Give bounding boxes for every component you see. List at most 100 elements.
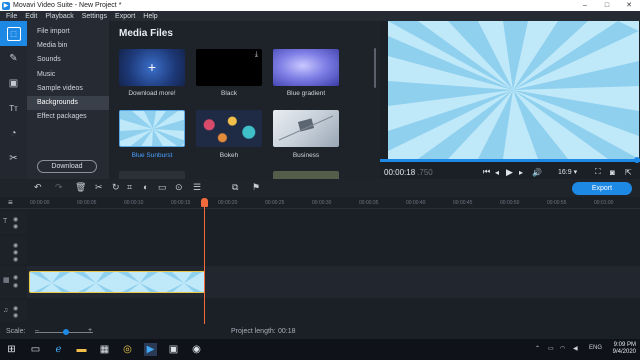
aspect-ratio-select[interactable]: 16:9 ▾ [558, 168, 577, 176]
lock-icon[interactable]: ◉ [13, 223, 18, 230]
scale-slider-handle[interactable] [63, 329, 69, 335]
export-button[interactable]: Export [572, 182, 632, 195]
tile-blue-gradient[interactable] [273, 49, 339, 86]
media-app-icon[interactable]: ▣ [167, 343, 180, 356]
language-indicator[interactable]: ENG [589, 345, 602, 351]
windows-start-icon[interactable]: ⊞ [5, 343, 18, 356]
audio-track[interactable] [27, 300, 640, 322]
audio-track-head: ♫ ◉ ◉ [0, 300, 27, 322]
ruler-tick: 00:00:25 [265, 200, 285, 206]
mute-icon[interactable]: ◉ [13, 282, 18, 289]
tile-business[interactable] [273, 110, 339, 147]
visibility-icon[interactable]: ◉ [13, 242, 18, 249]
speaker-icon[interactable]: ◀ [573, 345, 578, 352]
menu-lines-icon[interactable]: ☰ [193, 182, 201, 193]
category-backgrounds[interactable]: Backgrounds [27, 95, 109, 111]
volume-icon[interactable]: 🔊 [532, 168, 542, 177]
category-sounds[interactable]: Sounds [27, 53, 109, 67]
undo-icon[interactable]: ↶ [34, 182, 42, 193]
sunburst-thumbnail [120, 111, 184, 146]
zoom-in-icon[interactable]: + [88, 327, 92, 334]
tile-download-more[interactable]: + [119, 49, 185, 86]
recorder-icon[interactable]: ◉ [190, 343, 203, 356]
tile-blue-sunburst[interactable] [119, 110, 185, 147]
movavi-taskbar-icon[interactable]: ▶ [144, 343, 157, 356]
clip-properties-icon[interactable]: ▭ [158, 182, 167, 193]
tool-transitions[interactable]: ◔ [0, 121, 27, 146]
color-adjust-icon[interactable]: ◐ [143, 182, 148, 192]
tile-bokeh[interactable] [196, 110, 262, 147]
menu-export[interactable]: Export [115, 13, 135, 20]
clock-time: 9:09 PM [613, 342, 636, 348]
taskbar-clock[interactable]: 9:09 PM 9/4/2020 [613, 342, 636, 356]
category-effect-packages[interactable]: Effect packages [27, 110, 109, 124]
step-forward-icon[interactable]: ▸ [519, 168, 523, 177]
visibility-icon[interactable]: ◉ [13, 216, 18, 223]
menu-playback[interactable]: Playback [45, 13, 73, 20]
menu-settings[interactable]: Settings [82, 13, 107, 20]
close-button[interactable]: ✕ [618, 0, 640, 11]
menu-file[interactable]: File [6, 13, 17, 20]
tool-titles[interactable]: Tᴛ [0, 96, 27, 121]
timeline-clip-blue-sunburst[interactable] [29, 271, 205, 293]
wifi-icon[interactable]: ◠ [560, 345, 565, 352]
menu-edit[interactable]: Edit [25, 13, 37, 20]
marker-flag-icon[interactable]: ⚑ [252, 182, 260, 193]
rotate-icon[interactable]: ↻ [112, 182, 120, 193]
visibility-icon[interactable]: ◉ [13, 274, 18, 281]
tile-label-blue-sunburst: Blue Sunburst [131, 152, 173, 159]
snapshot-icon[interactable]: ◙ [610, 168, 615, 177]
tool-import[interactable]: ⬚ [0, 21, 27, 46]
tile-black[interactable]: ⤓ [196, 49, 262, 86]
minimize-button[interactable]: – [574, 0, 596, 11]
step-back-icon[interactable]: ◂ [495, 168, 499, 177]
audio-properties-icon[interactable]: ⊙ [175, 182, 183, 193]
overlay-track[interactable] [27, 236, 640, 264]
category-media-bin[interactable]: Media bin [27, 39, 109, 53]
delete-icon[interactable]: 🗑 [75, 182, 86, 193]
transitions-icon: ◔ [10, 128, 17, 139]
maximize-button[interactable]: □ [596, 0, 618, 11]
fullscreen-icon[interactable]: ⛶ [595, 167, 601, 177]
ruler-tick: 00:00:30 [312, 200, 332, 206]
title-track[interactable] [27, 210, 640, 234]
add-track-icon[interactable]: ≡ [8, 198, 13, 207]
play-icon[interactable]: ▶ [506, 167, 513, 178]
download-button[interactable]: Download [37, 160, 97, 173]
store-icon[interactable]: ▦ [98, 343, 111, 356]
task-view-icon[interactable]: ▭ [29, 343, 42, 356]
crop-icon[interactable]: ⌗ [127, 182, 132, 193]
tool-effects[interactable]: ✎ [0, 46, 27, 71]
edge-browser-icon[interactable]: ℯ [52, 343, 65, 356]
mute-icon[interactable]: ◉ [13, 249, 18, 256]
category-sample-videos[interactable]: Sample videos [27, 82, 109, 96]
seek-bar[interactable] [380, 157, 640, 163]
tool-more[interactable]: ✂ [0, 146, 27, 171]
chrome-icon[interactable]: ◎ [121, 343, 134, 356]
tile-row3-c[interactable] [273, 171, 339, 179]
playhead-handle[interactable] [201, 198, 208, 207]
media-scrollbar[interactable] [374, 48, 376, 88]
lock-icon[interactable]: ◉ [13, 312, 18, 319]
timeline-ruler[interactable]: ≡ 00:00:00 00:00:05 00:00:10 00:00:15 00… [0, 197, 640, 209]
skip-back-icon[interactable]: ⏮ [483, 167, 490, 177]
detach-preview-icon[interactable]: ⇱ [625, 168, 632, 177]
menu-help[interactable]: Help [143, 13, 157, 20]
filters-icon: ▣ [8, 78, 19, 89]
tile-row3-a[interactable] [119, 171, 185, 179]
seek-handle[interactable] [634, 157, 640, 163]
category-file-import[interactable]: File import [27, 25, 109, 39]
insert-overlay-icon[interactable]: ⧉ [232, 182, 238, 193]
preview-panel: 00:00:18.750 ⏮ ◂ ▶ ▸ 🔊 16:9 ▾ ⛶ ◙ ⇱ [380, 21, 640, 179]
playhead[interactable] [204, 199, 205, 324]
mute-icon[interactable]: ◉ [13, 305, 18, 312]
tray-chevron-icon[interactable]: ⌃ [535, 345, 540, 352]
cut-icon[interactable]: ✂ [95, 182, 103, 193]
lock-icon[interactable]: ◉ [13, 256, 18, 263]
file-explorer-icon[interactable]: ▬ [75, 343, 88, 356]
network-icon[interactable]: ▭ [548, 345, 554, 352]
category-music[interactable]: Music [27, 68, 109, 82]
preview-player[interactable] [388, 21, 639, 159]
redo-icon[interactable]: ↷ [55, 182, 63, 193]
tool-filters[interactable]: ▣ [0, 71, 27, 96]
